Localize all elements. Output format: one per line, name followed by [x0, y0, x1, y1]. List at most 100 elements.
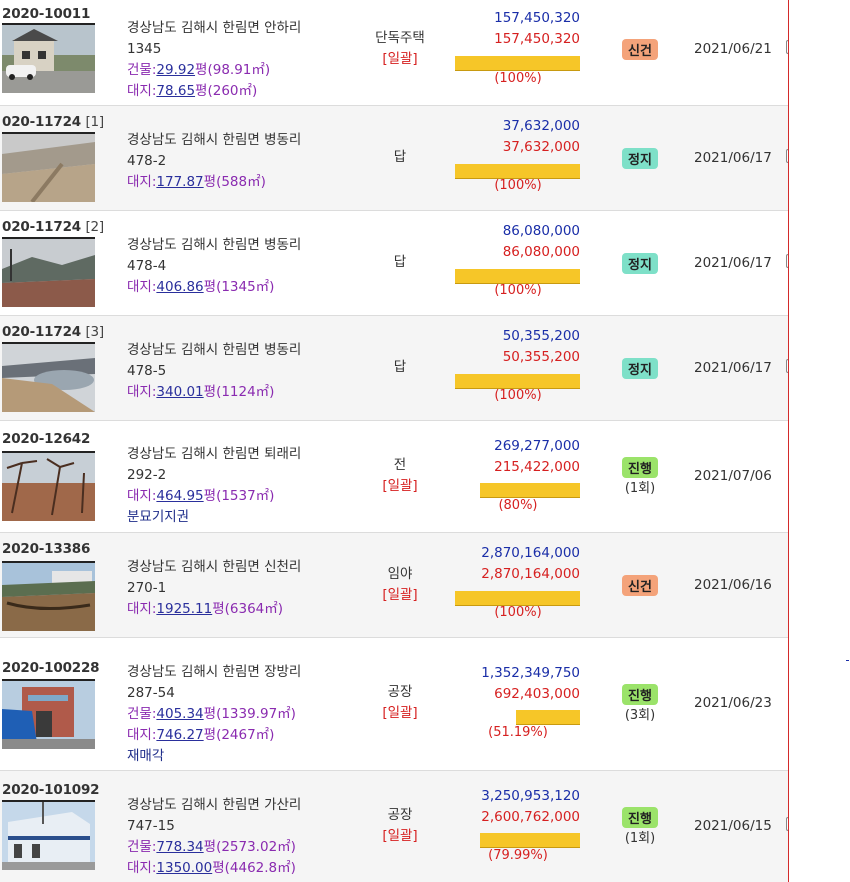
status-badge: 진행 [622, 684, 658, 705]
appraisal-price: 3,250,953,120 [481, 788, 580, 804]
minimum-price: 157,450,320 [494, 31, 580, 47]
table-row[interactable]: 020-11724 [2] 경상남도 김해시 한림면 병동리 478-4 대지:… [0, 211, 788, 316]
usage-cell: 공장 [일괄] [355, 682, 445, 724]
property-photo[interactable] [2, 342, 95, 412]
property-photo[interactable] [2, 679, 95, 749]
bundle-tag: [일괄] [382, 51, 418, 67]
usage-cell: 답 [355, 252, 445, 273]
appraisal-price: 269,277,000 [494, 438, 580, 454]
address: 경상남도 김해시 한림면 장방리 [127, 664, 302, 680]
status-badge: 신건 [622, 575, 658, 596]
appraisal-price: 37,632,000 [502, 118, 580, 134]
ratio-bar [455, 269, 580, 284]
land-area-link[interactable]: 464.95 [156, 488, 203, 504]
ratio-bar [455, 591, 580, 606]
minimum-price: 86,080,000 [502, 244, 580, 260]
minimum-price: 50,355,200 [502, 349, 580, 365]
ratio-bar [480, 483, 580, 498]
land-area-link[interactable]: 406.86 [156, 279, 203, 295]
select-checkbox[interactable] [786, 40, 788, 54]
property-photo[interactable] [2, 800, 95, 870]
table-row[interactable]: 2020-100228 경상남도 김해시 한림면 장방리 287-54 건물:4… [0, 638, 788, 771]
land-area-link[interactable]: 1350.00 [156, 860, 212, 876]
round-count: (3회) [624, 708, 656, 723]
case-number[interactable]: 2020-100228 [2, 660, 100, 676]
ratio-bar [516, 710, 580, 725]
ratio-text: (100%) [494, 178, 542, 193]
address: 경상남도 김해시 한림면 신천리 [127, 559, 302, 575]
property-photo[interactable] [2, 132, 95, 202]
case-number[interactable]: 2020-101092 [2, 782, 100, 798]
land-area: 대지:464.95평(1537㎡) [127, 488, 275, 504]
bundle-tag: [일괄] [382, 828, 418, 844]
building-area-link[interactable]: 405.34 [156, 706, 203, 722]
property-photo[interactable] [2, 237, 95, 307]
appraisal-price: 50,355,200 [502, 328, 580, 344]
select-checkbox[interactable] [786, 149, 788, 163]
bundle-tag: [일괄] [382, 587, 418, 603]
case-number[interactable]: 2020-13386 [2, 541, 90, 557]
price-cell: 50,355,200 50,355,200 [503, 326, 580, 368]
ratio-text: (79.99%) [488, 848, 548, 863]
land-area-link[interactable]: 177.87 [156, 174, 203, 190]
usage: 답 [393, 149, 407, 165]
round-count: (1회) [624, 481, 656, 496]
sale-date: 2021/06/17 [694, 255, 772, 271]
table-row[interactable]: 2020-10011 경상남도 김해시 한림면 안하리 1345 건물:29.9… [0, 0, 788, 106]
special-note: 재매각 [127, 748, 165, 764]
table-row[interactable]: 020-11724 [3] 경상남도 김해시 한림면 병동리 478-5 대지:… [0, 316, 788, 421]
building-area: 건물:778.34평(2573.02㎡) [127, 839, 296, 855]
land-area-link[interactable]: 746.27 [156, 727, 203, 743]
bundle-tag: [일괄] [382, 478, 418, 494]
address: 경상남도 김해시 한림면 병동리 [127, 132, 302, 148]
table-row[interactable]: 2020-13386 경상남도 김해시 한림면 신천리 270-1 대지:192… [0, 533, 788, 638]
land-area: 대지:177.87평(588㎡) [127, 174, 266, 190]
building-area-link[interactable]: 29.92 [156, 62, 195, 78]
land-area: 대지:78.65평(260㎡) [127, 83, 258, 99]
usage: 답 [393, 359, 407, 375]
usage-cell: 단독주택 [일괄] [355, 28, 445, 70]
select-checkbox[interactable] [786, 817, 788, 831]
lot-number: 292-2 [127, 467, 167, 483]
case-number[interactable]: 020-11724 [2] [2, 219, 104, 235]
usage-cell: 공장 [일괄] [355, 805, 445, 847]
property-photo[interactable] [2, 451, 95, 521]
address-block: 경상남도 김해시 한림면 병동리 478-5 대지:340.01평(1124㎡) [127, 340, 301, 403]
usage-cell: 임야 [일괄] [355, 564, 445, 606]
select-checkbox[interactable] [786, 359, 788, 373]
table-row[interactable]: 2020-12642 경상남도 김해시 한림면 퇴래리 292-2 대지:464… [0, 421, 788, 533]
table-row[interactable]: 2020-101092 경상남도 김해시 한림면 가산리 747-15 건물:7… [0, 771, 788, 882]
lot-number: 478-4 [127, 258, 167, 274]
appraisal-price: 157,450,320 [494, 10, 580, 26]
building-area: 건물:405.34평(1339.97㎡) [127, 706, 296, 722]
land-area-link[interactable]: 78.65 [156, 83, 195, 99]
property-photo[interactable] [2, 561, 95, 631]
lot-number: 270-1 [127, 580, 167, 596]
price-cell: 37,632,000 37,632,000 [503, 116, 580, 158]
ratio-text: (80%) [498, 498, 538, 513]
ratio-text: (51.19%) [488, 725, 548, 740]
price-cell: 269,277,000 215,422,000 [494, 436, 580, 478]
status-badge: 신건 [622, 39, 658, 60]
usage: 공장 [387, 807, 413, 823]
case-number[interactable]: 020-11724 [1] [2, 114, 104, 130]
status-badge: 정지 [622, 253, 658, 274]
special-note: 분묘기지권 [127, 509, 190, 525]
usage-cell: 답 [355, 147, 445, 168]
land-area-link[interactable]: 340.01 [156, 384, 203, 400]
status-badge: 진행 [622, 807, 658, 828]
address-block: 경상남도 김해시 한림면 퇴래리 292-2 대지:464.95평(1537㎡)… [127, 444, 301, 528]
case-number[interactable]: 2020-12642 [2, 431, 90, 447]
address: 경상남도 김해시 한림면 병동리 [127, 237, 302, 253]
property-photo[interactable] [2, 23, 95, 93]
ratio-text: (100%) [494, 71, 542, 86]
case-number[interactable]: 020-11724 [3] [2, 324, 104, 340]
table-row[interactable]: 020-11724 [1] 경상남도 김해시 한림면 병동리 478-2 대지:… [0, 106, 788, 211]
case-number[interactable]: 2020-10011 [2, 6, 90, 22]
round-count: (1회) [624, 831, 656, 846]
price-cell: 157,450,320 157,450,320 [494, 8, 580, 50]
select-checkbox[interactable] [786, 254, 788, 268]
land-area-link[interactable]: 1925.11 [156, 601, 212, 617]
usage: 공장 [387, 684, 413, 700]
building-area-link[interactable]: 778.34 [156, 839, 203, 855]
